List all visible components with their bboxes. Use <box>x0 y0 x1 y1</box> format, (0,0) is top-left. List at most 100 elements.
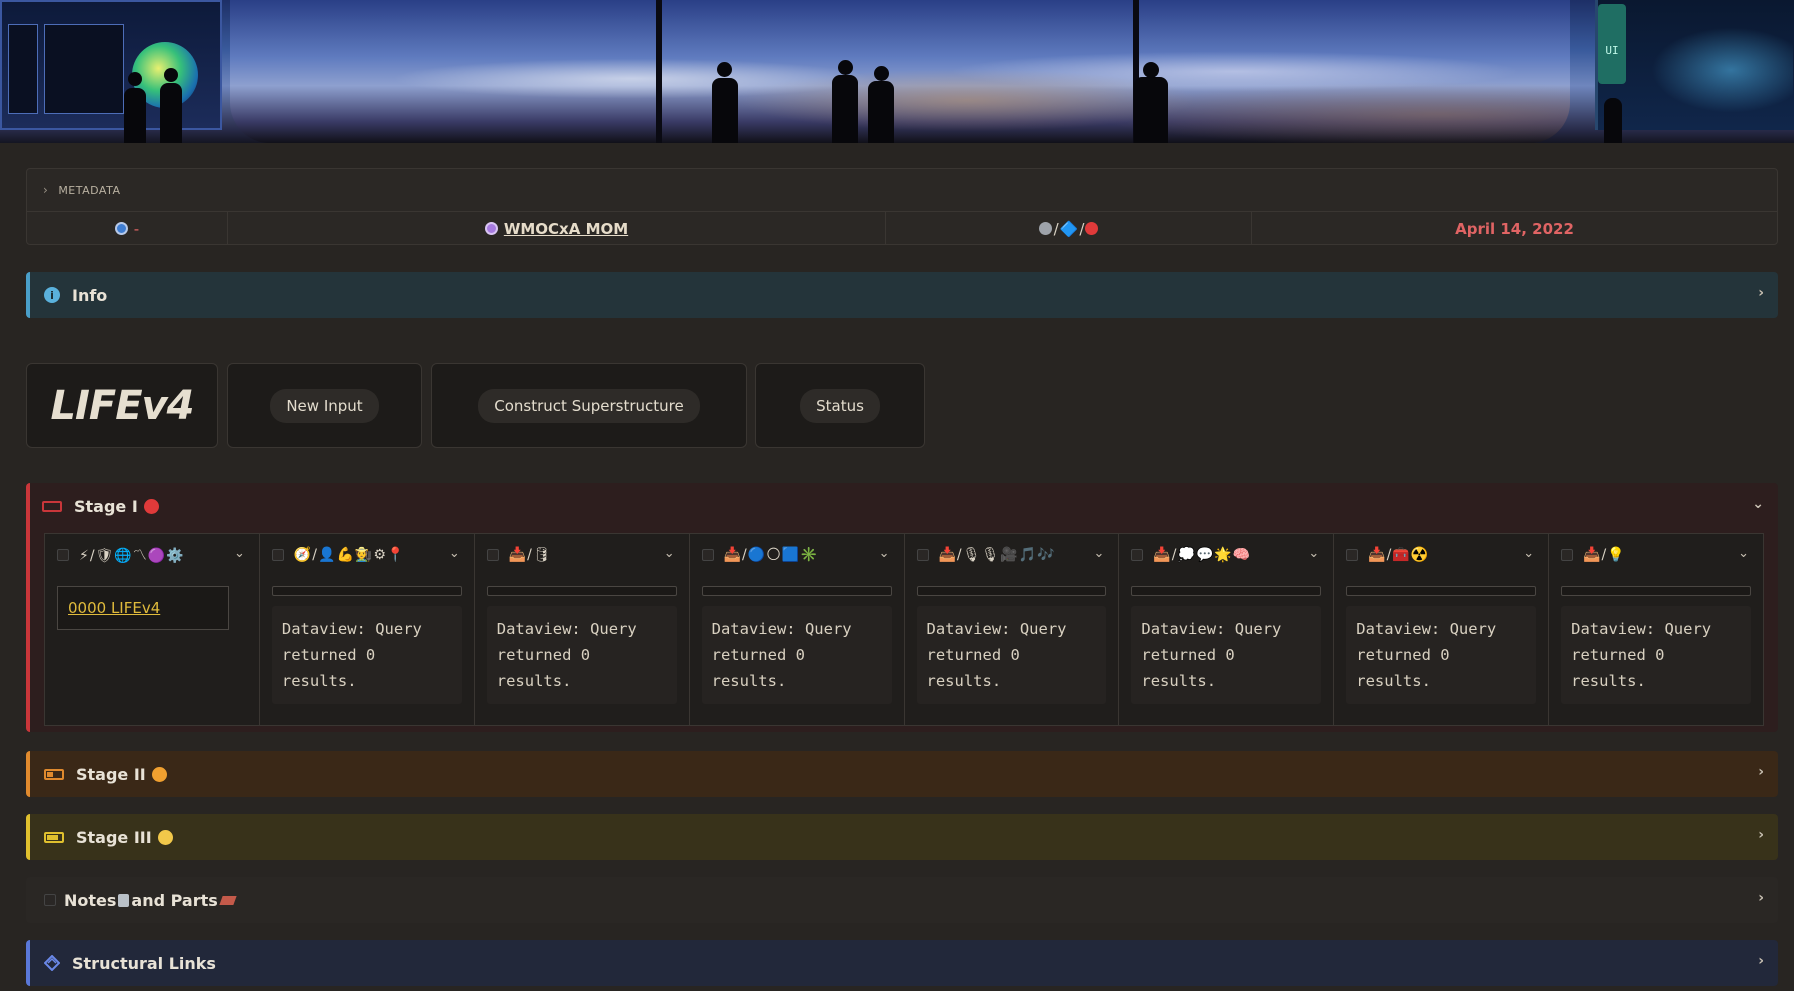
column-header: 📥/💡 ⌄ <box>1561 542 1751 568</box>
checkbox[interactable] <box>916 549 929 561</box>
new-input-box: New Input <box>227 363 422 448</box>
person-silhouette <box>1134 77 1168 143</box>
stage-1-label: Stage I <box>74 496 138 516</box>
banner-image: UI <box>0 0 1794 143</box>
battery-low-icon <box>44 768 64 780</box>
window-frame <box>656 0 662 143</box>
chevron-down-icon: ⌄ <box>1752 496 1764 512</box>
earth-view <box>230 0 1570 143</box>
chevron-down-icon[interactable]: ⌄ <box>879 546 890 561</box>
checkbox[interactable] <box>1346 549 1359 561</box>
structural-links-callout[interactable]: Structural Links › <box>26 940 1778 986</box>
chevron-down-icon[interactable]: ⌄ <box>1523 546 1534 561</box>
construct-superstructure-button[interactable]: Construct Superstructure <box>478 388 700 423</box>
chevron-down-icon[interactable]: ⌄ <box>1093 546 1104 561</box>
column-input[interactable] <box>1561 586 1751 596</box>
stage-3-label: Stage III <box>76 827 152 847</box>
checkbox[interactable] <box>486 549 499 561</box>
dataview-message: Dataview: Query returned 0 results. <box>1131 606 1322 704</box>
info-label: Info <box>72 285 108 305</box>
checkbox[interactable] <box>1561 549 1574 561</box>
robot-icon <box>1038 222 1052 235</box>
brick-icon <box>219 895 237 905</box>
status-button[interactable]: Status <box>800 388 880 423</box>
dataview-message: Dataview: Query returned 0 results. <box>1561 606 1751 704</box>
battery-empty-icon <box>42 500 62 512</box>
column-header: ⚡/🛡🌐〽🟣⚙️ ⌄ <box>57 542 247 568</box>
date-label: April 14, 2022 <box>1455 219 1574 238</box>
column-5: 📥/🎙🎙🎥🎵🎶 ⌄ Dataview: Query returned 0 res… <box>905 534 1120 725</box>
column-glyphs: 📥/🎙🎙🎥🎵🎶 <box>938 547 1056 563</box>
column-glyphs: 📥/🧰☢️ <box>1368 547 1430 563</box>
battery-medium-icon <box>44 831 64 843</box>
dataview-message: Dataview: Query returned 0 results. <box>916 606 1107 704</box>
dataview-message: Dataview: Query returned 0 results. <box>1346 606 1537 704</box>
metadata-callout: › METADATA - WMOCxA MOM /🔷/ April 14, 20… <box>26 168 1778 245</box>
column-8: 📥/💡 ⌄ Dataview: Query returned 0 results… <box>1549 534 1763 725</box>
chevron-down-icon[interactable]: ⌄ <box>234 546 245 561</box>
yellow-circle-icon <box>157 829 173 845</box>
chevron-down-icon[interactable]: ⌄ <box>449 546 460 561</box>
chevron-down-icon[interactable]: ⌄ <box>664 546 675 561</box>
column-input[interactable] <box>916 586 1107 596</box>
person-silhouette <box>1604 98 1622 143</box>
column-glyphs: 📥/💭💬🌟🧠 <box>1153 547 1252 563</box>
column-input[interactable] <box>486 586 677 596</box>
purple-circle-icon <box>484 222 498 235</box>
column-input[interactable] <box>701 586 892 596</box>
status-box: Status <box>755 363 925 448</box>
column-6: 📥/💭💬🌟🧠 ⌄ Dataview: Query returned 0 resu… <box>1119 534 1335 725</box>
metadata-row: - WMOCxA MOM /🔷/ April 14, 2022 <box>27 211 1777 245</box>
checkbox[interactable] <box>57 549 69 561</box>
chevron-right-icon: › <box>1758 285 1764 301</box>
new-input-button[interactable]: New Input <box>270 388 379 423</box>
info-callout[interactable]: i Info › <box>26 272 1778 318</box>
chevron-right-icon: › <box>1758 764 1764 780</box>
chevron-right-icon: › <box>1758 953 1764 969</box>
lifev4-link[interactable]: 0000 LIFEv4 <box>68 599 160 617</box>
column-header: 📥/🛢 ⌄ <box>486 542 677 568</box>
stage-2-callout[interactable]: Stage II › <box>26 751 1778 797</box>
metadata-cell-2: WMOCxA MOM <box>228 212 886 245</box>
column-input[interactable] <box>1131 586 1322 596</box>
chevron-right-icon: › <box>1758 890 1764 906</box>
metadata-cell-3: /🔷/ <box>886 212 1252 245</box>
wmocxa-mom-link[interactable]: WMOCxA MOM <box>504 220 628 238</box>
chevron-right-icon: › <box>43 183 49 197</box>
metadata-cell-1-text: - <box>133 219 140 238</box>
dataview-message: Dataview: Query returned 0 results. <box>486 606 677 704</box>
stage-1-callout: Stage I ⌄ ⚡/🛡🌐〽🟣⚙️ ⌄ 0000 LIFEv4 🧭/👤💪🧑‍🌾… <box>26 483 1778 732</box>
metadata-toggle[interactable]: › METADATA <box>27 169 1777 211</box>
checkbox[interactable] <box>1131 549 1144 561</box>
column-glyphs: 📥/💡 <box>1583 547 1626 563</box>
column-4: 📥/🔵🌕🟦✳️ ⌄ Dataview: Query returned 0 res… <box>690 534 905 725</box>
metadata-cell-1: - <box>27 212 228 245</box>
chevron-down-icon[interactable]: ⌄ <box>1738 546 1749 561</box>
person-silhouette <box>868 81 894 143</box>
checkbox[interactable] <box>701 549 714 561</box>
metadata-cell-4: April 14, 2022 <box>1252 212 1777 245</box>
column-7: 📥/🧰☢️ ⌄ Dataview: Query returned 0 resul… <box>1334 534 1550 725</box>
column-header: 📥/🔵🌕🟦✳️ ⌄ <box>701 542 892 568</box>
column-header: 🧭/👤💪🧑‍🌾⚙📍 ⌄ <box>271 542 462 568</box>
link-box: 0000 LIFEv4 <box>57 586 229 630</box>
ui-chip: UI <box>1598 4 1626 84</box>
page-title: LIFEv4 <box>50 382 195 429</box>
notes-callout[interactable]: Notes and Parts › <box>26 877 1778 923</box>
chevron-down-icon[interactable]: ⌄ <box>1308 546 1319 561</box>
person-silhouette <box>832 75 858 143</box>
stage-1-header[interactable]: Stage I ⌄ <box>30 483 1778 529</box>
globe-icon <box>114 222 128 235</box>
red-circle-icon <box>1085 222 1099 235</box>
person-silhouette <box>712 78 738 143</box>
column-input[interactable] <box>271 586 462 596</box>
column-input[interactable] <box>1346 586 1537 596</box>
column-glyphs: 📥/🔵🌕🟦✳️ <box>723 547 819 563</box>
checkbox[interactable] <box>44 894 56 906</box>
column-glyphs: 📥/🛢 <box>508 547 552 563</box>
chevron-right-icon: › <box>1758 827 1764 843</box>
stage-3-callout[interactable]: Stage III › <box>26 814 1778 860</box>
column-header: 📥/🧰☢️ ⌄ <box>1346 542 1536 568</box>
checkbox[interactable] <box>271 549 284 561</box>
column-1: ⚡/🛡🌐〽🟣⚙️ ⌄ 0000 LIFEv4 <box>45 534 260 725</box>
